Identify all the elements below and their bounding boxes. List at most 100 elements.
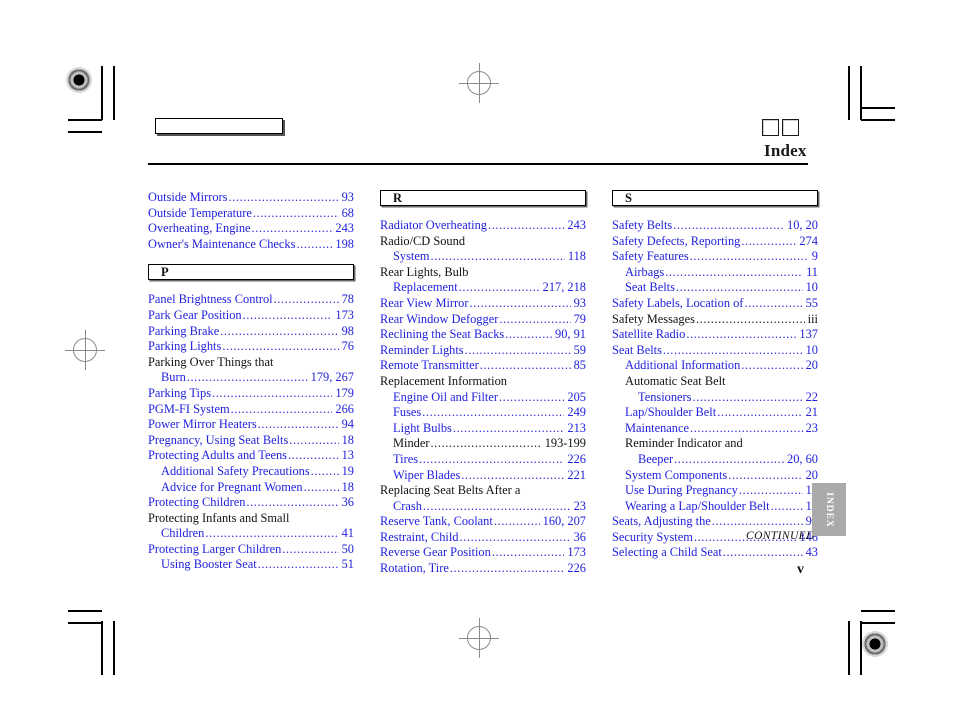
index-entry[interactable]: Park Gear Position......................…: [148, 308, 354, 324]
crop-mark-bottom-left-v1: [101, 621, 103, 675]
index-entry[interactable]: Restraint, Child........................…: [380, 530, 586, 546]
index-entry-label: Owner's Maintenance Checks: [148, 236, 296, 251]
continued-note: CONTINUED: [746, 530, 815, 542]
index-entry[interactable]: Protecting Children.....................…: [148, 495, 354, 511]
index-entry[interactable]: Seats, Adjusting the....................…: [612, 514, 818, 530]
index-entry[interactable]: Light Bulbs.............................…: [380, 421, 586, 437]
index-entry[interactable]: PGM-FI System...........................…: [148, 402, 354, 418]
index-entry-label: Fuses: [393, 405, 422, 420]
dot-leader: ........................................…: [186, 370, 308, 385]
index-entry[interactable]: Engine Oil and Filter...................…: [380, 390, 586, 406]
index-entry[interactable]: Beeper..................................…: [612, 452, 818, 468]
dot-leader: ........................................…: [662, 342, 803, 357]
index-entry[interactable]: Safety Labels, Location of..............…: [612, 296, 818, 312]
index-entry[interactable]: Rear Window Defogger....................…: [380, 312, 586, 328]
registration-bullseye-top-left: [66, 67, 92, 93]
index-entry[interactable]: Safety Belts............................…: [612, 218, 818, 234]
index-entry-page: 226: [567, 451, 586, 466]
index-entry[interactable]: Protecting Larger Children..............…: [148, 542, 354, 558]
index-entry[interactable]: Outside Mirrors.........................…: [148, 190, 354, 206]
index-entry[interactable]: Rear Lights, Bulb.......................…: [380, 265, 586, 281]
index-entry[interactable]: Selecting a Child Seat..................…: [612, 545, 818, 561]
index-entry[interactable]: Owner's Maintenance Checks..............…: [148, 237, 354, 253]
index-columns: Outside Mirrors.........................…: [148, 190, 818, 577]
index-entry[interactable]: Pregnancy, Using Seat Belts.............…: [148, 433, 354, 449]
index-entry[interactable]: Parking Over Things that................…: [148, 355, 354, 371]
index-entry[interactable]: Seat Belts..............................…: [612, 343, 818, 359]
index-entry[interactable]: Additional Safety Precautions...........…: [148, 464, 354, 480]
index-entry[interactable]: Minder..................................…: [380, 436, 586, 452]
index-entry-page: 90, 91: [555, 327, 586, 342]
crop-mark-top-left-v2: [113, 66, 115, 120]
section-header-r: R: [380, 190, 586, 206]
index-entry[interactable]: System Components.......................…: [612, 468, 818, 484]
dot-leader: ........................................…: [675, 280, 803, 295]
index-entry-label: Radiator Overheating: [380, 218, 488, 232]
index-entry[interactable]: Safety Features.........................…: [612, 249, 818, 265]
index-entry-label: Seat Belts: [625, 280, 675, 295]
index-entry-page: 51: [341, 557, 354, 572]
column-gap: [148, 252, 354, 264]
index-entry-label: Safety Messages: [612, 311, 695, 326]
index-entry[interactable]: Radiator Overheating....................…: [380, 218, 586, 234]
index-entry[interactable]: Fuses...................................…: [380, 405, 586, 421]
index-entry[interactable]: Burn....................................…: [148, 370, 354, 386]
index-entry[interactable]: Overheating, Engine.....................…: [148, 221, 354, 237]
index-entry[interactable]: System..................................…: [380, 249, 586, 265]
index-entry[interactable]: Airbags.................................…: [612, 265, 818, 281]
index-entry[interactable]: Replacement.............................…: [380, 280, 586, 296]
index-entry[interactable]: Children................................…: [148, 526, 354, 542]
index-entry[interactable]: Safety Defects, Reporting...............…: [612, 234, 818, 250]
index-entry[interactable]: Parking Tips............................…: [148, 386, 354, 402]
index-entry-label: Safety Features: [612, 249, 689, 264]
index-entry[interactable]: Maintenance.............................…: [612, 421, 818, 437]
index-entry[interactable]: Seat Belts..............................…: [612, 280, 818, 296]
index-entry[interactable]: Remote Transmitter......................…: [380, 358, 586, 374]
header-label-box: [155, 118, 283, 134]
index-entry[interactable]: Parking Brake...........................…: [148, 324, 354, 340]
index-entry-label: Reverse Gear Position: [380, 545, 491, 560]
index-entry[interactable]: Wearing a Lap/Shoulder Belt.............…: [612, 499, 818, 515]
index-entry-label: Beeper: [638, 451, 674, 466]
section-header-s: S: [612, 190, 818, 206]
index-entry[interactable]: Wiper Blades............................…: [380, 468, 586, 484]
index-entry[interactable]: Panel Brightness Control................…: [148, 292, 354, 308]
index-entry[interactable]: Additional Information..................…: [612, 358, 818, 374]
index-entry[interactable]: Satellite Radio.........................…: [612, 327, 818, 343]
index-entry[interactable]: Advice for Pregnant Women...............…: [148, 480, 354, 496]
index-entry-page: 274: [799, 233, 818, 248]
dot-leader: ........................................…: [212, 385, 333, 400]
index-entry[interactable]: Protecting Adults and Teens.............…: [148, 448, 354, 464]
index-entry[interactable]: Tires...................................…: [380, 452, 586, 468]
index-entry[interactable]: Use During Pregnancy....................…: [612, 483, 818, 499]
index-entry-label: Reserve Tank, Coolant: [380, 514, 493, 529]
index-entry[interactable]: Lap/Shoulder Belt.......................…: [612, 405, 818, 421]
index-entry[interactable]: Crash...................................…: [380, 499, 586, 515]
index-entry[interactable]: Replacing Seat Belts After a............…: [380, 483, 586, 499]
index-entry[interactable]: Power Mirror Heaters....................…: [148, 417, 354, 433]
index-entry[interactable]: Rear View Mirror........................…: [380, 296, 586, 312]
index-entry[interactable]: Reserve Tank, Coolant...................…: [380, 514, 586, 530]
index-entry[interactable]: Automatic Seat Belt.....................…: [612, 374, 818, 390]
index-entry-label: System Components: [625, 467, 728, 482]
dot-leader: ........................................…: [452, 420, 565, 435]
index-entry[interactable]: Rotation, Tire..........................…: [380, 561, 586, 577]
index-entry[interactable]: Safety Messages.........................…: [612, 312, 818, 328]
index-entry-page: 59: [573, 342, 586, 357]
index-entry[interactable]: Reminder Indicator and..................…: [612, 436, 818, 452]
index-entry[interactable]: Protecting Infants and Small............…: [148, 511, 354, 527]
index-entry[interactable]: Radio/CD Sound..........................…: [380, 234, 586, 250]
dot-leader: ........................................…: [711, 514, 803, 529]
index-entry[interactable]: Outside Temperature.....................…: [148, 206, 354, 222]
dot-leader: ........................................…: [303, 479, 339, 494]
index-entry[interactable]: Replacement Information.................…: [380, 374, 586, 390]
index-entry[interactable]: Using Booster Seat......................…: [148, 557, 354, 573]
dot-leader: ........................................…: [296, 236, 332, 251]
index-entry-label: Minder: [393, 436, 430, 451]
index-entry[interactable]: Parking Lights..........................…: [148, 339, 354, 355]
index-entry[interactable]: Reverse Gear Position...................…: [380, 545, 586, 561]
index-entry[interactable]: Reminder Lights.........................…: [380, 343, 586, 359]
index-entry[interactable]: Reclining the Seat Backs................…: [380, 327, 586, 343]
index-entry-label: Protecting Larger Children: [148, 541, 282, 556]
index-entry[interactable]: Tensioners..............................…: [612, 390, 818, 406]
